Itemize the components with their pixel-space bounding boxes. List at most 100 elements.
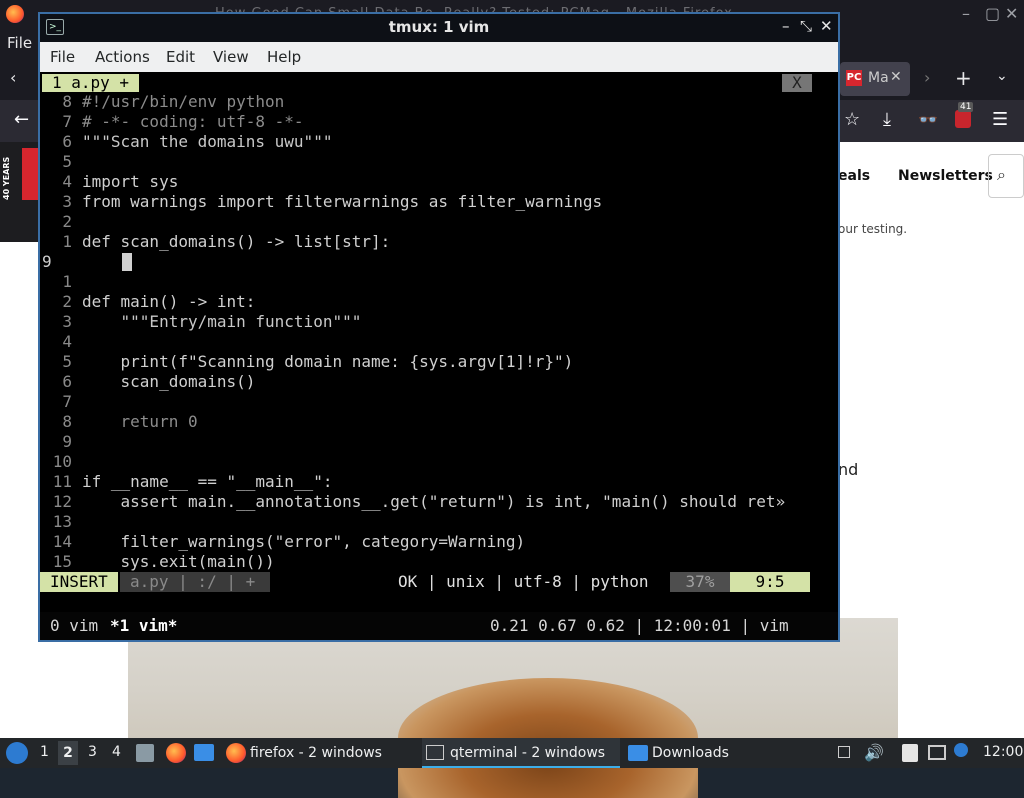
clipboard-icon[interactable] [902, 744, 918, 762]
line-number: 4 [62, 172, 72, 191]
maximize-icon[interactable]: ▢ [985, 4, 1000, 23]
menu-file[interactable]: File [7, 34, 32, 52]
vim-percent: 37% [670, 572, 730, 592]
terminal-icon [426, 745, 444, 760]
browser-tab[interactable]: PC Ma ✕ [840, 62, 910, 96]
firefox-launcher-icon[interactable] [166, 743, 186, 763]
line-text: scan_domains() [82, 372, 256, 391]
vim-file-format: OK | unix | utf-8 | python [398, 572, 649, 591]
tab-close-icon[interactable]: ✕ [890, 69, 902, 85]
terminal-title: tmux: 1 vim [388, 18, 490, 36]
ublock-icon[interactable] [955, 110, 971, 128]
vim-file-info: a.py | :/ | + [120, 572, 270, 592]
line-number: 13 [52, 512, 72, 531]
line-number: 8 [62, 412, 72, 431]
updates-icon[interactable] [954, 743, 968, 757]
line-number: 7 [62, 392, 72, 411]
hamburger-menu-icon[interactable]: ☰ [992, 109, 1008, 130]
menu-file[interactable]: File [50, 48, 75, 66]
tmux-statusbar: 0 vim *1 vim* 0.21 0.67 0.62 | 12:00:01 … [40, 612, 838, 640]
line-number: 10 [52, 452, 72, 471]
article-snippet-2: nd [838, 460, 859, 479]
line-number: 8 [62, 92, 72, 111]
network-icon[interactable] [928, 745, 946, 760]
restore-icon[interactable]: ⤡ [800, 17, 812, 35]
line-text: """Entry/main function""" [82, 312, 362, 331]
nav-newsletters[interactable]: Newsletters [898, 168, 993, 184]
line-text: def main() -> int: [82, 292, 256, 311]
show-desktop-icon[interactable] [136, 744, 154, 762]
browser-tab-label: Ma [868, 70, 889, 86]
menu-edit[interactable]: Edit [166, 48, 195, 66]
line-number: 5 [62, 352, 72, 371]
desktop-1[interactable]: 1 [40, 744, 49, 760]
extension-mask-icon[interactable]: 👓 [918, 110, 938, 129]
desktop-2[interactable]: 2 [58, 741, 78, 765]
line-text [82, 252, 121, 272]
pcmag-favicon-icon: PC [846, 70, 862, 86]
taskbar-qterminal[interactable]: qterminal - 2 windows [422, 738, 620, 768]
volume-icon[interactable]: 🔊 [864, 743, 884, 762]
menu-help[interactable]: Help [267, 48, 301, 66]
firefox-icon [226, 743, 246, 763]
tab-list-chevron-down-icon[interactable]: ⌄ [996, 68, 1008, 84]
new-tab-icon[interactable]: + [955, 66, 972, 90]
tmux-window-active[interactable]: *1 vim* [110, 612, 177, 640]
tab-scroll-left-icon[interactable]: ‹ [10, 68, 16, 87]
bookmark-star-icon[interactable]: ☆ [844, 109, 860, 130]
close-icon[interactable]: ✕ [1005, 4, 1018, 23]
minimize-icon[interactable]: – [962, 4, 970, 23]
nav-deals[interactable]: eals [838, 168, 870, 184]
vim-tabline: 1 a.py + X [40, 72, 838, 92]
download-icon[interactable]: ⤓ [883, 109, 891, 130]
site-search-button[interactable]: ⌕ [988, 154, 1024, 198]
line-text: #!/usr/bin/env python [82, 92, 285, 111]
tab-scroll-right-icon[interactable]: › [924, 68, 930, 87]
file-manager-icon[interactable] [194, 744, 214, 761]
line-text: assert main.__annotations__.get("return"… [82, 492, 786, 511]
line-text: def scan_domains() -> list[str]: [82, 232, 391, 251]
line-number: 6 [62, 372, 72, 391]
line-text: import sys [82, 172, 179, 191]
taskbar-downloads-label: Downloads [652, 745, 729, 761]
line-number: 3 [62, 192, 72, 211]
vim-tab-close[interactable]: X [782, 74, 812, 92]
line-text: if __name__ == "__main__": [82, 472, 333, 491]
vim-tab-active[interactable]: 1 a.py + [42, 74, 140, 92]
line-number: 9 [62, 432, 72, 451]
tmux-window-0[interactable]: 0 vim [50, 612, 98, 640]
back-arrow-icon[interactable]: ← [14, 109, 29, 130]
taskbar-firefox[interactable]: firefox - 2 windows [222, 738, 420, 768]
desktop-4[interactable]: 4 [112, 744, 121, 760]
line-number: 9 [42, 252, 52, 271]
line-text: print(f"Scanning domain name: {sys.argv[… [82, 352, 574, 371]
line-number: 5 [62, 152, 72, 171]
tray-expand-icon[interactable] [838, 746, 850, 758]
menu-actions[interactable]: Actions [95, 48, 150, 66]
search-icon: ⌕ [997, 165, 1006, 184]
taskbar: 1 2 3 4 firefox - 2 windows qterminal - … [0, 738, 1024, 768]
extension-badge: 41 [958, 102, 974, 112]
vim-mode: INSERT [40, 572, 118, 592]
line-text: # -*- coding: utf-8 -*- [82, 112, 304, 131]
line-number: 14 [52, 532, 72, 551]
line-number: 2 [62, 292, 72, 311]
close-icon[interactable]: ✕ [820, 17, 833, 35]
start-menu-icon[interactable] [6, 742, 28, 764]
tmux-status-right: 0.21 0.67 0.62 | 12:00:01 | vim [490, 616, 789, 635]
text-cursor [122, 253, 132, 271]
line-number: 7 [62, 112, 72, 131]
minimize-icon[interactable]: – [782, 17, 790, 35]
desktop-3[interactable]: 3 [88, 744, 97, 760]
menu-view[interactable]: View [213, 48, 249, 66]
taskbar-downloads[interactable]: Downloads [624, 738, 824, 768]
clock[interactable]: 12:00 [983, 744, 1023, 760]
taskbar-qterminal-label: qterminal - 2 windows [450, 745, 606, 761]
side-badge: 40 YEARS [2, 156, 11, 200]
line-number: 15 [52, 552, 72, 571]
vim-editor[interactable]: 1 a.py + X 8 #!/usr/bin/env python 7 # -*- … [40, 72, 838, 640]
line-number: 1 [62, 232, 72, 251]
line-number: 2 [62, 212, 72, 231]
folder-icon [628, 745, 648, 761]
line-text: filter_warnings("error", category=Warnin… [82, 532, 526, 551]
